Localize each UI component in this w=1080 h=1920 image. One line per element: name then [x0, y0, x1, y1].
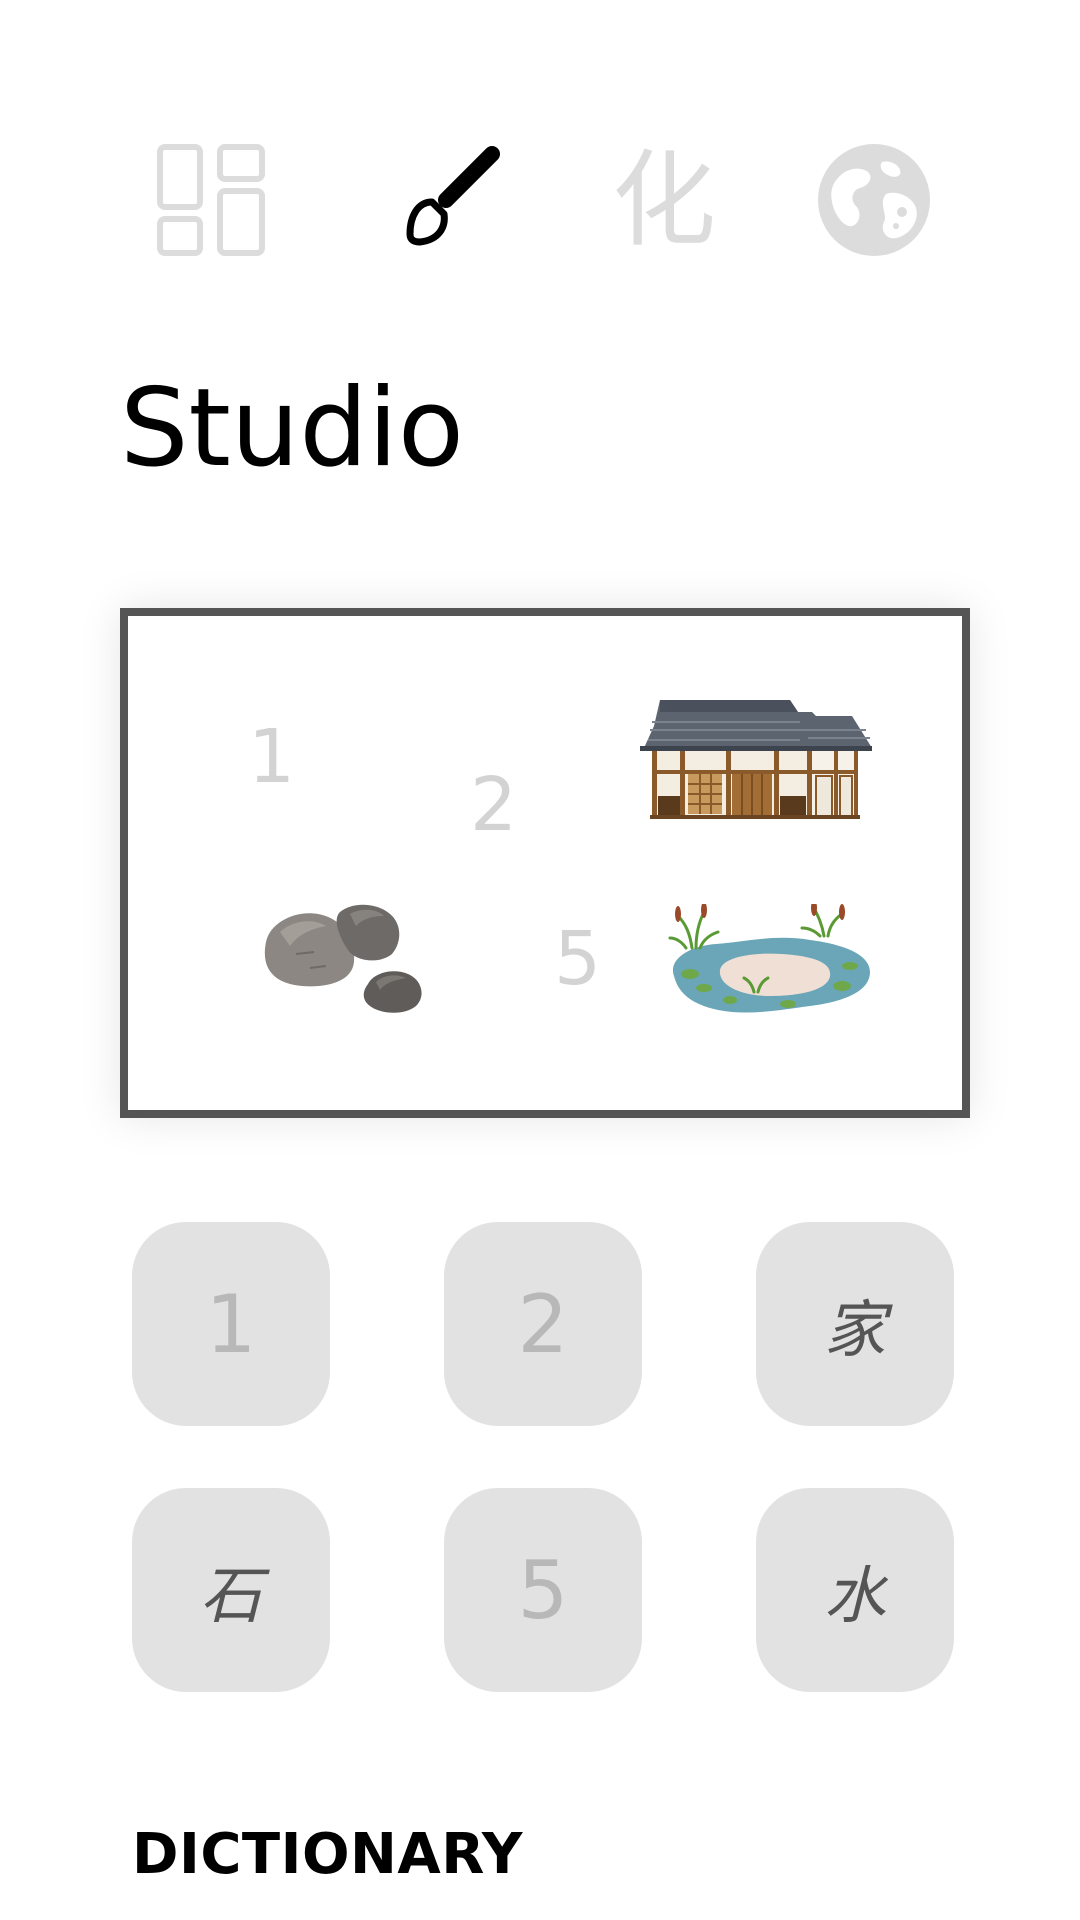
top-nav: 化	[0, 130, 1080, 270]
tile-label: 2	[517, 1277, 569, 1371]
empty-slot-5[interactable]: 5	[554, 922, 601, 996]
tile-label: 家	[823, 1293, 886, 1366]
tile-label: 水	[823, 1559, 886, 1632]
house-image[interactable]	[640, 696, 872, 822]
composition-canvas[interactable]: 1 2 5	[120, 608, 970, 1118]
tile-stone-kanji[interactable]: 石	[132, 1488, 330, 1692]
tile-water-kanji[interactable]: 水	[756, 1488, 954, 1692]
dashboard-icon	[157, 144, 265, 256]
nav-studio[interactable]	[378, 130, 518, 270]
studio-screen: 化 Studio 1 2 5 1 2 家 石 5 水 DICTIONARY	[0, 0, 1080, 1920]
globe-icon	[818, 144, 930, 256]
brush-icon	[406, 146, 500, 246]
kanji-icon: 化	[611, 139, 716, 261]
page-title: Studio	[120, 366, 464, 491]
empty-slot-2[interactable]: 2	[470, 768, 517, 842]
rocks-image[interactable]	[256, 902, 432, 1020]
tile-house-kanji[interactable]: 家	[756, 1222, 954, 1426]
nav-world[interactable]	[804, 130, 944, 270]
pond-image[interactable]	[664, 904, 876, 1024]
tile-label: 石	[199, 1559, 262, 1632]
nav-dashboard[interactable]	[141, 130, 281, 270]
empty-slot-1[interactable]: 1	[248, 720, 295, 794]
tile-5[interactable]: 5	[444, 1488, 642, 1692]
tile-label: 5	[517, 1543, 569, 1637]
tile-label: 1	[205, 1277, 257, 1371]
nav-transform[interactable]: 化	[594, 130, 734, 270]
dictionary-heading: DICTIONARY	[132, 1822, 523, 1887]
tile-2[interactable]: 2	[444, 1222, 642, 1426]
tile-1[interactable]: 1	[132, 1222, 330, 1426]
